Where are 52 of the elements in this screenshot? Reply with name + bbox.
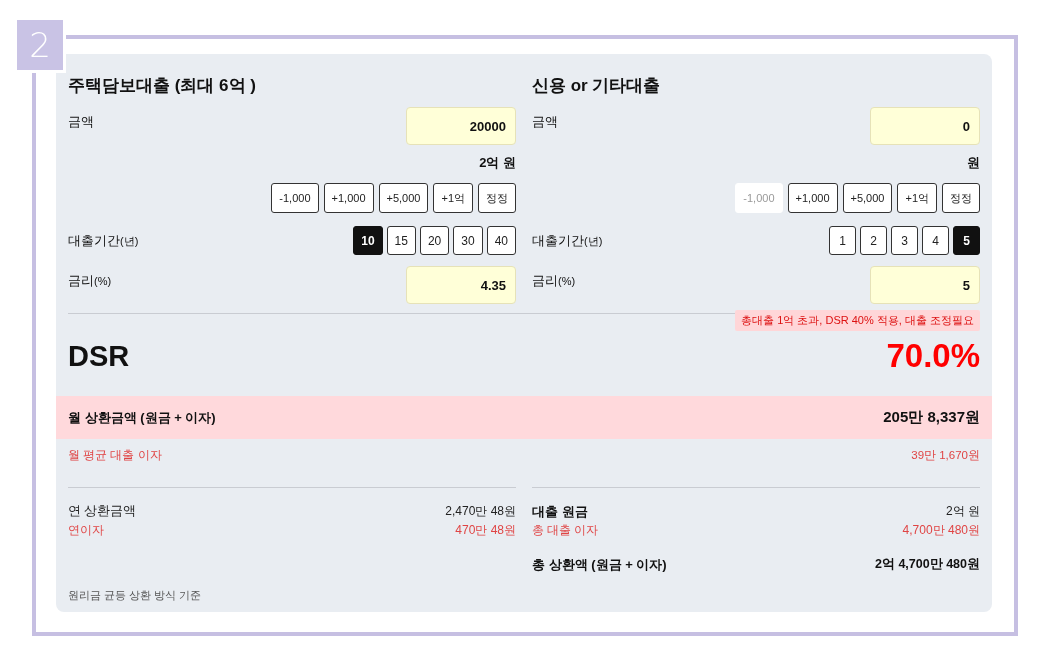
adjust-button[interactable]: 정정 (942, 183, 980, 213)
term-option-button[interactable]: 10 (353, 226, 383, 255)
summary-value: 2,470만 48원 (445, 503, 516, 520)
term-option-button[interactable]: 2 (860, 226, 887, 255)
field-label: 금액 (532, 113, 558, 131)
summary-value: 4,700만 480원 (902, 522, 980, 539)
term-option-button[interactable]: 40 (486, 226, 516, 255)
term-option-button[interactable]: 20 (419, 226, 450, 255)
warning-message: 총대출 1억 초과, DSR 40% 적용, 대출 조정필요 (735, 310, 980, 331)
section-title: 신용 or 기타대출 (532, 75, 662, 97)
adjust-button[interactable]: 정정 (478, 183, 516, 213)
adjust-button[interactable]: +1,000 (787, 183, 838, 213)
amount-text: 원 (967, 154, 980, 172)
field-label: 금리(%) (68, 272, 112, 290)
step-number-badge: 2 (14, 17, 66, 73)
summary-value: 470만 48원 (455, 522, 516, 539)
term-option-button[interactable]: 15 (386, 226, 416, 255)
summary-label: 총 상환액 (원금 + 이자) (532, 556, 667, 573)
amount-text: 2억 원 (479, 154, 516, 172)
adjust-button[interactable]: +5,000 (378, 183, 429, 213)
monthly-payment-value: 205만 8,337원 (883, 408, 980, 427)
term-option-button[interactable]: 30 (453, 226, 483, 255)
dsr-value: 70.0% (886, 337, 980, 375)
monthly-payment-label: 월 상환금액 (원금 + 이자) (68, 408, 216, 427)
rate-input[interactable]: 4.35 (406, 266, 516, 304)
term-option-button[interactable]: 4 (922, 226, 949, 255)
section-title: 주택담보대출 (최대 6억 ) (68, 75, 257, 97)
adjust-button[interactable]: +5,000 (842, 183, 893, 213)
summary-value: 2억 4,700만 480원 (874, 556, 980, 573)
summary-label: 연 상환금액 (68, 503, 137, 520)
summary-label: 연이자 (68, 523, 104, 538)
summary-label: 총 대출 이자 (532, 523, 599, 538)
term-option-button[interactable]: 1 (829, 226, 856, 255)
field-label: 금리(%) (532, 272, 576, 290)
monthly-interest-label: 월 평균 대출 이자 (68, 448, 162, 463)
field-label: 대출기간(년) (68, 231, 139, 250)
footnote: 원리금 균등 상환 방식 기준 (68, 589, 202, 603)
field-label: 대출기간(년) (532, 231, 603, 250)
rate-input[interactable]: 5 (870, 266, 980, 304)
dsr-label: DSR (68, 339, 130, 373)
amount-input[interactable]: 20000 (406, 107, 516, 145)
adjust-button[interactable]: +1억 (897, 183, 937, 213)
amount-input[interactable]: 0 (870, 107, 980, 145)
term-option-button[interactable]: 5 (953, 226, 980, 255)
adjust-button[interactable]: -1,000 (271, 183, 319, 213)
field-label: 금액 (68, 113, 94, 131)
term-option-button[interactable]: 3 (891, 226, 918, 255)
monthly-interest-value: 39만 1,670원 (911, 448, 980, 463)
summary-label: 대출 원금 (532, 503, 588, 520)
summary-value: 2억 원 (946, 503, 980, 520)
adjust-button[interactable]: +1,000 (323, 183, 374, 213)
adjust-button[interactable]: +1억 (433, 183, 473, 213)
